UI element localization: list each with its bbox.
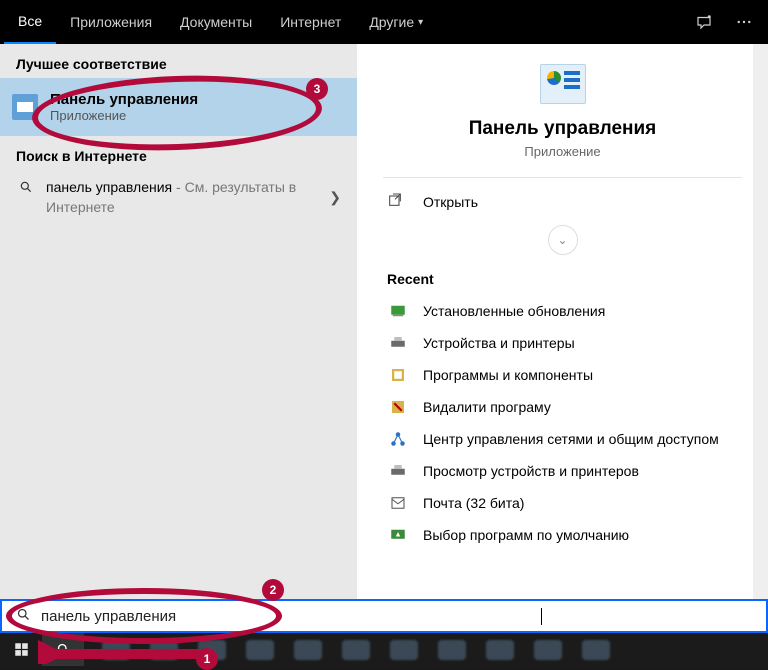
open-icon <box>387 192 409 211</box>
web-query-text: панель управления <box>46 179 172 195</box>
best-match-result[interactable]: Панель управления Приложение <box>0 78 357 136</box>
tab-all-label: Все <box>18 13 42 29</box>
chevron-down-icon: ▾ <box>418 17 423 28</box>
taskbar-search-button[interactable] <box>42 633 84 666</box>
tab-more-label: Другие <box>369 14 414 30</box>
search-icon <box>16 607 31 625</box>
web-search-header: Поиск в Интернете <box>0 136 357 170</box>
recent-label: Почта (32 бита) <box>423 495 524 511</box>
default-programs-icon <box>387 526 409 544</box>
devices-printers-icon <box>387 334 409 352</box>
recent-label: Просмотр устройств и принтеров <box>423 463 639 479</box>
tab-web[interactable]: Интернет <box>266 0 355 44</box>
search-icon <box>16 180 36 194</box>
best-match-subtitle: Приложение <box>50 108 198 123</box>
recent-label: Программы и компоненты <box>423 367 593 383</box>
preview-title: Панель управления <box>469 118 657 140</box>
recent-item[interactable]: Просмотр устройств и принтеров <box>383 455 742 487</box>
results-pane: Лучшее соответствие Панель управления Пр… <box>0 44 357 599</box>
programs-icon <box>387 366 409 384</box>
control-panel-icon <box>12 94 38 120</box>
open-label: Открыть <box>423 194 478 210</box>
recent-label: Устройства и принтеры <box>423 335 575 351</box>
expand-chevron-icon[interactable]: ⌄ <box>548 225 578 255</box>
preview-pane: Панель управления Приложение Открыть ⌄ R… <box>357 44 768 599</box>
taskbar-apps-blurred <box>84 633 768 666</box>
recent-label: Видалити програму <box>423 399 551 415</box>
scrollbar[interactable] <box>753 44 768 599</box>
mail-icon <box>387 494 409 512</box>
preview-subtitle: Приложение <box>524 144 600 159</box>
start-button[interactable] <box>0 633 42 666</box>
recent-item[interactable]: Устройства и принтеры <box>383 327 742 359</box>
uninstall-icon <box>387 398 409 416</box>
recent-label: Центр управления сетями и общим доступом <box>423 431 719 447</box>
search-tabs: Все Приложения Документы Интернет Другие… <box>0 0 768 44</box>
recent-header: Recent <box>383 265 742 295</box>
tab-docs-label: Документы <box>180 14 252 30</box>
recent-label: Установленные обновления <box>423 303 605 319</box>
recent-item[interactable]: Видалити програму <box>383 391 742 423</box>
tab-apps[interactable]: Приложения <box>56 0 166 44</box>
open-action[interactable]: Открыть <box>383 178 742 225</box>
tab-more[interactable]: Другие ▾ <box>355 0 437 44</box>
view-devices-icon <box>387 462 409 480</box>
recent-item[interactable]: Выбор программ по умолчанию <box>383 519 742 551</box>
recent-label: Выбор программ по умолчанию <box>423 527 629 543</box>
recent-item[interactable]: Программы и компоненты <box>383 359 742 391</box>
best-match-header: Лучшее соответствие <box>0 44 357 78</box>
taskbar <box>0 633 768 666</box>
tab-all[interactable]: Все <box>4 0 56 44</box>
more-options-icon[interactable] <box>724 2 764 42</box>
tab-docs[interactable]: Документы <box>166 0 266 44</box>
feedback-icon[interactable] <box>684 2 724 42</box>
recent-item[interactable]: Установленные обновления <box>383 295 742 327</box>
recent-item[interactable]: Центр управления сетями и общим доступом <box>383 423 742 455</box>
network-icon <box>387 430 409 448</box>
updates-icon <box>387 302 409 320</box>
tab-apps-label: Приложения <box>70 14 152 30</box>
chevron-right-icon: ❯ <box>329 189 341 206</box>
best-match-title: Панель управления <box>50 91 198 108</box>
search-box[interactable] <box>0 599 768 633</box>
search-input[interactable] <box>41 608 541 625</box>
web-search-result[interactable]: панель управления - См. результаты в Инт… <box>0 170 357 225</box>
text-caret <box>541 608 542 625</box>
recent-item[interactable]: Почта (32 бита) <box>383 487 742 519</box>
tab-web-label: Интернет <box>280 14 341 30</box>
control-panel-large-icon <box>540 64 586 104</box>
